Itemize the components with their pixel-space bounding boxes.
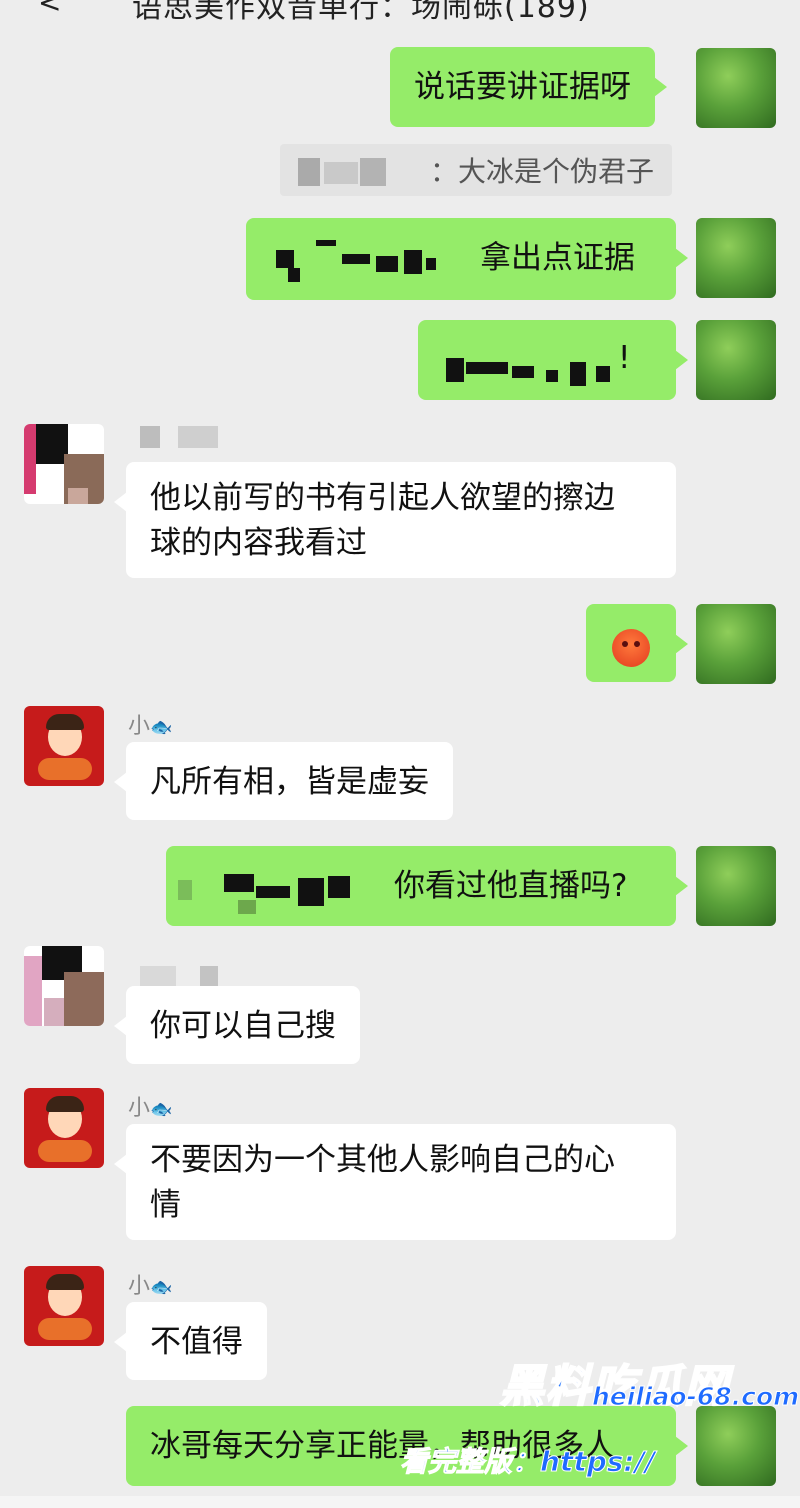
- blurred-nickname: [140, 426, 160, 448]
- self-avatar[interactable]: [696, 320, 776, 400]
- quoted-message[interactable]: ：大冰是个伪君子: [280, 144, 672, 196]
- self-message-bubble[interactable]: 说话要讲证据呀: [390, 47, 667, 127]
- sender-nickname: 小🐟: [128, 1096, 173, 1121]
- other-message-bubble[interactable]: 不要因为一个其他人影响自己的心 情: [114, 1124, 676, 1240]
- other-message-bubble[interactable]: 你可以自己搜: [114, 986, 360, 1064]
- quote-text: ：大冰是个伪君子: [430, 155, 655, 188]
- watermark-url: heiliao-68.com: [591, 1382, 800, 1412]
- sender-nickname: 小🐟: [128, 1274, 173, 1299]
- self-avatar[interactable]: [696, 846, 776, 926]
- blurred-nickname: [200, 966, 218, 988]
- message-text: 说话要讲证据呀: [414, 69, 631, 105]
- message-text-line: 他以前写的书有引起人欲望的擦边: [150, 480, 615, 516]
- chat-title: 语思美作双音单行：场闹砾(189): [132, 0, 590, 22]
- blurred-nickname: [178, 426, 218, 448]
- message-text-line: 球的内容我看过: [150, 525, 367, 561]
- other-avatar-cartoon[interactable]: [24, 1088, 104, 1168]
- self-message-bubble[interactable]: [586, 604, 688, 682]
- message-text: 你看过他直播吗?: [394, 868, 628, 904]
- other-avatar[interactable]: [24, 424, 104, 504]
- self-message-bubble[interactable]: 你看过他直播吗?: [166, 846, 688, 926]
- chat-title-bar: < 语思美作双音单行：场闹砾(189): [0, 0, 800, 22]
- sender-nickname: 小🐟: [128, 714, 173, 739]
- fish-icon: 🐟: [150, 1277, 173, 1298]
- self-avatar[interactable]: [696, 218, 776, 298]
- other-message-bubble[interactable]: 他以前写的书有引起人欲望的擦边 球的内容我看过: [114, 462, 676, 578]
- fish-icon: 🐟: [150, 1099, 173, 1120]
- message-text-line: 不要因为一个其他人影响自己的心: [150, 1142, 615, 1178]
- angry-face-emoji-icon: [612, 628, 650, 667]
- self-avatar[interactable]: [696, 604, 776, 684]
- self-message-bubble[interactable]: !: [418, 320, 688, 400]
- self-message-bubble[interactable]: 拿出点证据: [246, 218, 688, 300]
- other-avatar-cartoon[interactable]: [24, 1266, 104, 1346]
- blurred-name: [324, 162, 358, 184]
- blurred-nickname: [140, 966, 176, 988]
- other-avatar[interactable]: [24, 946, 104, 1026]
- other-avatar-cartoon[interactable]: [24, 706, 104, 786]
- back-arrow-icon[interactable]: <: [38, 0, 61, 19]
- message-text: 不值得: [150, 1324, 243, 1360]
- message-text: 凡所有相，皆是虚妄: [150, 764, 429, 800]
- other-message-bubble[interactable]: 不值得: [114, 1302, 267, 1380]
- blurred-name: [298, 158, 320, 186]
- other-message-bubble[interactable]: 凡所有相，皆是虚妄: [114, 742, 453, 820]
- self-avatar[interactable]: [696, 48, 776, 128]
- message-text-line: 情: [150, 1187, 181, 1223]
- message-text: !: [618, 340, 631, 376]
- message-text: 拿出点证据: [480, 240, 635, 276]
- input-bar: [0, 1496, 800, 1508]
- self-avatar[interactable]: [696, 1406, 776, 1486]
- fish-icon: 🐟: [150, 717, 173, 738]
- message-text: 你可以自己搜: [150, 1008, 336, 1044]
- blurred-name: [360, 158, 386, 186]
- watermark-label: 看完整版：https://: [399, 1445, 656, 1479]
